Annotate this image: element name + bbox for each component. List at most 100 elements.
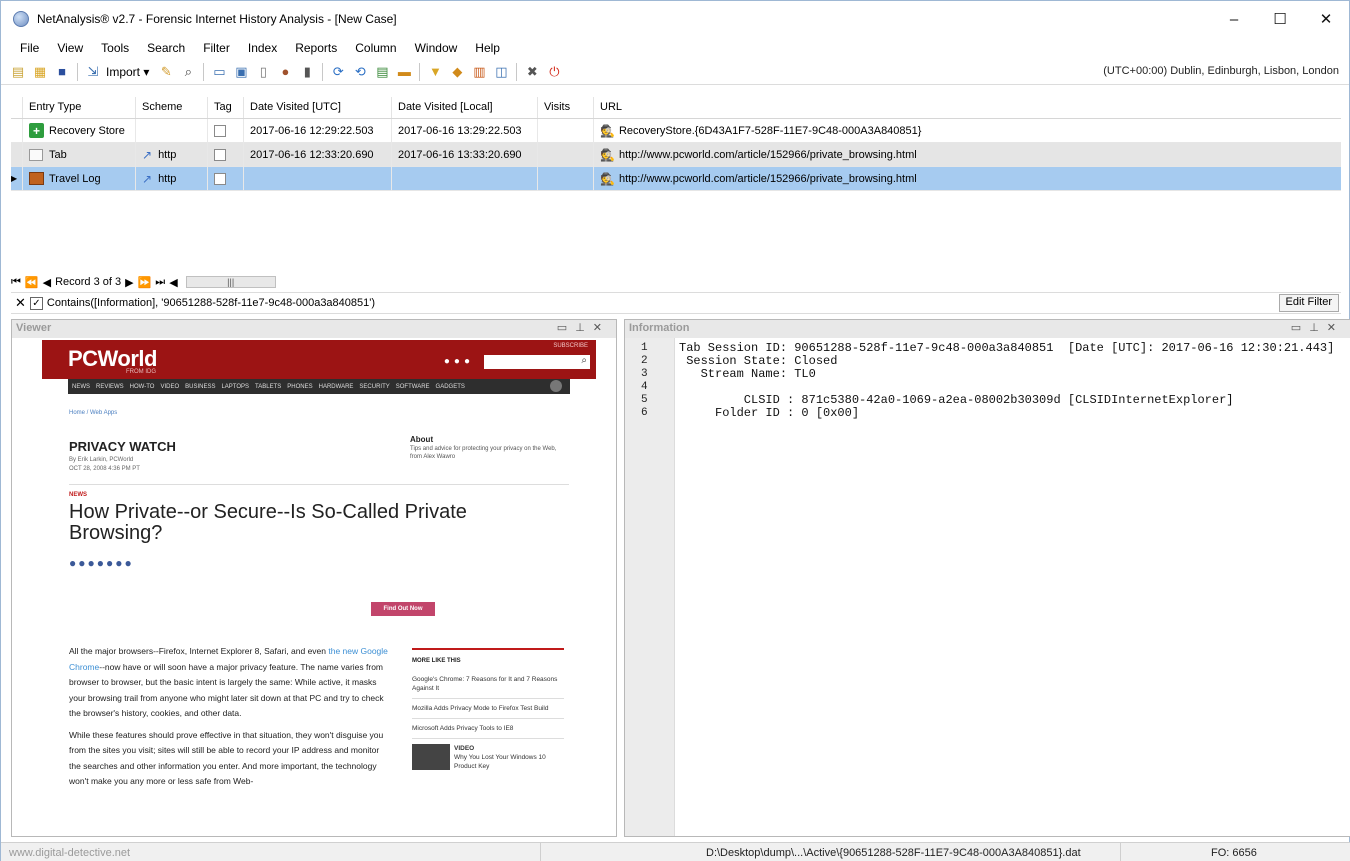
table-row-selected[interactable]: ▶ Travel Log ↗ http 🕵 http://www.pcworld.c… bbox=[11, 166, 1341, 191]
sync-icon[interactable]: ⟲ bbox=[351, 64, 369, 80]
next-page-icon[interactable]: ⏩ bbox=[138, 276, 152, 289]
first-record-icon[interactable]: ⏮ bbox=[11, 276, 21, 289]
find-out-now-button[interactable]: Find Out Now bbox=[371, 602, 435, 616]
nav-more-icon[interactable] bbox=[550, 380, 562, 392]
nav-video[interactable]: VIDEO bbox=[160, 384, 179, 390]
grid-icon[interactable]: ▭ bbox=[210, 64, 228, 80]
clear-filter-icon[interactable]: ✕ bbox=[15, 295, 26, 311]
close-button[interactable]: ✕ bbox=[1303, 1, 1349, 37]
subscribe-link[interactable]: SUBSCRIBE bbox=[553, 343, 588, 349]
pin-icon[interactable]: ⊥ bbox=[575, 322, 593, 334]
menu-bar: File View Tools Search Filter Index Repo… bbox=[1, 37, 1349, 59]
share-icons[interactable]: ●●●●●●● bbox=[69, 556, 134, 570]
nav-how-to[interactable]: HOW-TO bbox=[130, 384, 155, 390]
menu-help[interactable]: Help bbox=[466, 41, 509, 55]
column-visits[interactable]: Visits bbox=[538, 97, 594, 118]
float-icon[interactable]: ▭ bbox=[1291, 322, 1309, 334]
nav-phones[interactable]: PHONES bbox=[287, 384, 312, 390]
pcworld-header: PCWorld FROM IDG SUBSCRIBE ●●● ⌕ bbox=[42, 340, 596, 379]
menu-file[interactable]: File bbox=[11, 41, 48, 55]
edit-filter-button[interactable]: Edit Filter bbox=[1278, 294, 1339, 312]
save-icon[interactable]: ■ bbox=[53, 64, 71, 80]
related-link[interactable]: Mozilla Adds Privacy Mode to Firefox Tes… bbox=[412, 699, 564, 719]
previous-record-icon[interactable]: ◀ bbox=[43, 276, 51, 289]
filter-enabled-checkbox[interactable]: ✓ bbox=[29, 296, 43, 310]
pin-icon[interactable]: ⊥ bbox=[1309, 322, 1327, 334]
column-scheme[interactable]: Scheme bbox=[136, 97, 208, 118]
menu-search[interactable]: Search bbox=[138, 41, 194, 55]
horizontal-scrollbar[interactable]: ||| bbox=[185, 276, 276, 288]
line-number: 5 bbox=[641, 394, 648, 406]
column-url[interactable]: URL bbox=[594, 97, 1341, 118]
nav-software[interactable]: SOFTWARE bbox=[396, 384, 430, 390]
table-row[interactable]: + Recovery Store 2017-06-16 12:29:22.503 … bbox=[11, 118, 1341, 143]
previous-page-icon[interactable]: ⏪ bbox=[25, 276, 39, 289]
calendar-icon[interactable]: ▤ bbox=[373, 64, 391, 80]
close-panel-icon[interactable]: ✕ bbox=[1327, 322, 1344, 334]
information-text[interactable]: 1 2 3 4 5 6 Tab Session ID: 90651288-528… bbox=[625, 338, 1350, 836]
import-button[interactable]: Import ▾ bbox=[106, 65, 149, 79]
title-bar: NetAnalysis® v2.7 - Forensic Internet Hi… bbox=[1, 1, 1349, 37]
column-entry-type[interactable]: Entry Type bbox=[23, 97, 136, 118]
nav-news[interactable]: NEWS bbox=[72, 384, 90, 390]
image-icon[interactable]: ▣ bbox=[232, 64, 250, 80]
bookmark-icon[interactable]: ▮ bbox=[298, 64, 316, 80]
nav-security[interactable]: SECURITY bbox=[359, 384, 389, 390]
new-case-icon[interactable]: ▤ bbox=[9, 64, 27, 80]
picture-icon[interactable]: ▬ bbox=[395, 64, 413, 80]
line-number: 2 bbox=[641, 355, 648, 367]
url-text: http://www.pcworld.com/article/152966/pr… bbox=[618, 148, 917, 161]
row-indicator bbox=[11, 118, 23, 143]
cookie-icon[interactable]: ● bbox=[276, 64, 294, 80]
close-panel-icon[interactable]: ✕ bbox=[593, 322, 610, 334]
table-row[interactable]: Tab ↗ http 2017-06-16 12:33:20.690 2017-0… bbox=[11, 142, 1341, 167]
related-link[interactable]: Google's Chrome: 7 Reasons for It and 7 … bbox=[412, 670, 564, 699]
column-date-utc[interactable]: Date Visited [UTC] bbox=[244, 97, 392, 118]
last-record-icon[interactable]: ⏭ bbox=[155, 276, 165, 289]
open-case-icon[interactable]: ▦ bbox=[31, 64, 49, 80]
column-date-local[interactable]: Date Visited [Local] bbox=[392, 97, 538, 118]
funnel-icon[interactable]: ▼ bbox=[426, 64, 444, 80]
menu-reports[interactable]: Reports bbox=[286, 41, 346, 55]
information-title-bar: Information ▭⊥✕ bbox=[625, 320, 1350, 338]
menu-filter[interactable]: Filter bbox=[194, 41, 239, 55]
report-icon[interactable]: ▥ bbox=[470, 64, 488, 80]
menu-column[interactable]: Column bbox=[346, 41, 405, 55]
site-search-input[interactable]: ⌕ bbox=[484, 355, 590, 369]
menu-index[interactable]: Index bbox=[239, 41, 286, 55]
window-icon[interactable]: ◫ bbox=[492, 64, 510, 80]
nav-reviews[interactable]: REVIEWS bbox=[96, 384, 124, 390]
search-icon[interactable]: ⌕ bbox=[179, 64, 197, 80]
incognito-icon: 🕵 bbox=[600, 171, 615, 186]
next-record-icon[interactable]: ▶ bbox=[125, 276, 133, 289]
float-icon[interactable]: ▭ bbox=[557, 322, 575, 334]
tag-checkbox[interactable] bbox=[214, 124, 226, 137]
nav-tablets[interactable]: TABLETS bbox=[255, 384, 281, 390]
para1-start: All the major browsers--Firefox, Interne… bbox=[69, 646, 329, 656]
tag-checkbox[interactable] bbox=[214, 148, 226, 161]
minimize-button[interactable]: – bbox=[1211, 1, 1257, 37]
breadcrumb[interactable]: Home / Web Apps bbox=[69, 410, 117, 416]
window-title: NetAnalysis® v2.7 - Forensic Internet Hi… bbox=[37, 12, 397, 26]
import-icon[interactable]: ⇲ bbox=[84, 64, 102, 80]
menu-window[interactable]: Window bbox=[406, 41, 467, 55]
tag-icon[interactable]: ◆ bbox=[448, 64, 466, 80]
power-icon[interactable]: ⏻ bbox=[545, 64, 563, 80]
menu-view[interactable]: View bbox=[48, 41, 92, 55]
menu-tools[interactable]: Tools bbox=[92, 41, 138, 55]
nav-laptops[interactable]: LAPTOPS bbox=[221, 384, 249, 390]
related-link[interactable]: Microsoft Adds Privacy Tools to IE8 bbox=[412, 719, 564, 739]
nav-gadgets[interactable]: GADGETS bbox=[436, 384, 465, 390]
document-icon[interactable]: ▯ bbox=[254, 64, 272, 80]
scroll-left-icon[interactable]: ◀ bbox=[169, 276, 177, 289]
refresh-icon[interactable]: ⟳ bbox=[329, 64, 347, 80]
nav-hardware[interactable]: HARDWARE bbox=[319, 384, 354, 390]
column-tag[interactable]: Tag bbox=[208, 97, 244, 118]
maximize-button[interactable]: ☐ bbox=[1257, 1, 1303, 37]
tools-icon[interactable]: ✖ bbox=[523, 64, 541, 80]
video-link[interactable]: VIDEO Why You Lost Your Windows 10 Produc… bbox=[412, 739, 564, 776]
info-line: Stream Name: TL0 bbox=[679, 367, 816, 381]
nav-business[interactable]: BUSINESS bbox=[185, 384, 215, 390]
filter-edit-icon[interactable]: ✎ bbox=[157, 64, 175, 80]
tag-checkbox[interactable] bbox=[214, 172, 226, 185]
